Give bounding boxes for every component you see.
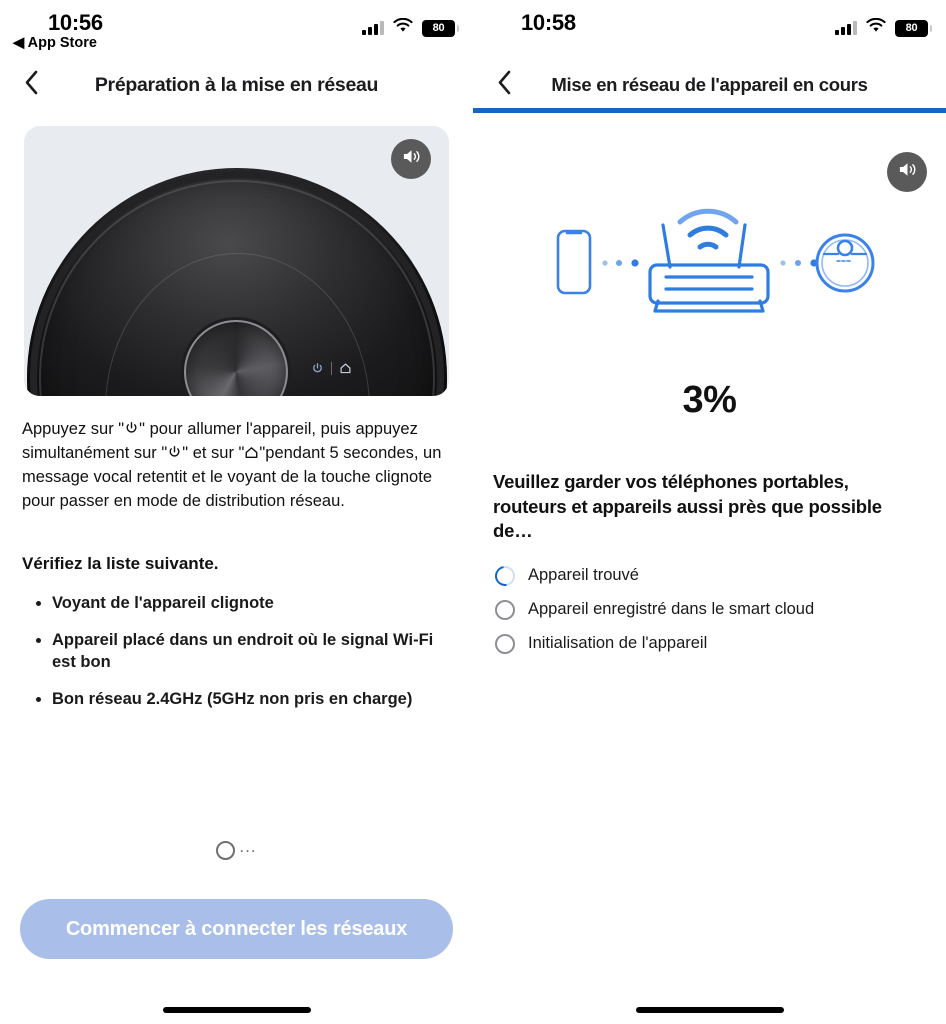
status-bar: 10:58 80 [473, 0, 946, 62]
home-indicator[interactable] [162, 1007, 311, 1013]
step-label: Appareil trouvé [528, 566, 639, 585]
checklist-heading: Vérifiez la liste suivante. [22, 553, 219, 573]
router-icon [647, 223, 770, 313]
chevron-left-icon [24, 70, 39, 100]
left-phone-screen: 10:56 ◀ App Store 80 Préparation à la mi… [0, 0, 473, 1024]
audio-play-button[interactable] [391, 139, 431, 179]
instruction-paragraph: Appuyez sur " " pour allumer l'appareil, … [22, 418, 451, 514]
instruction-part-1: Appuyez sur " [22, 420, 125, 438]
progress-percent-label: 3% [682, 379, 737, 421]
power-icon [309, 360, 326, 377]
wifi-icon [393, 17, 413, 38]
smartphone-icon [556, 229, 591, 295]
start-network-connection-button[interactable]: Commencer à connecter les réseaux [20, 899, 453, 959]
power-icon [124, 420, 139, 435]
list-item: Bon réseau 2.4GHz (5GHz non pris en char… [36, 688, 451, 710]
list-item: Initialisation de l'appareil [495, 633, 926, 654]
dual-screenshot-container: 10:56 ◀ App Store 80 Préparation à la mi… [0, 0, 946, 1024]
status-bar-indicators: 80 [362, 17, 459, 38]
robot-vacuum-photo [26, 168, 447, 396]
progress-bar [473, 108, 946, 113]
connection-steps-list: Appareil trouvé Appareil enregistré dans… [491, 561, 926, 654]
status-bar-time: 10:56 [48, 10, 103, 35]
loading-dots: ... [239, 837, 257, 856]
proximity-tip-text: Veuillez garder vos téléphones portables… [493, 471, 882, 542]
step-label: Appareil enregistré dans le smart cloud [528, 600, 815, 619]
back-to-app-store-link[interactable]: ◀ App Store [13, 35, 97, 51]
page-title: Mise en réseau de l'appareil en cours [551, 74, 868, 95]
wifi-waves-icon [677, 208, 738, 250]
step-spinner-icon [491, 561, 519, 590]
chevron-left-icon [497, 70, 512, 100]
robot-button-group [309, 360, 354, 377]
step-pending-icon [495, 633, 515, 654]
button-divider [330, 362, 332, 375]
connection-dots [779, 259, 818, 267]
robot-vacuum-icon [815, 233, 874, 293]
network-illustration [473, 201, 946, 331]
battery-icon: 80 [422, 19, 459, 37]
back-button[interactable] [491, 70, 517, 100]
home-icon [244, 444, 259, 459]
list-item: Voyant de l'appareil clignote [36, 592, 451, 614]
list-item: Appareil trouvé [491, 561, 926, 590]
right-phone-screen: 10:58 80 Mise en réseau de l'appareil en… [473, 0, 946, 1024]
audio-play-button[interactable] [887, 152, 927, 192]
home-icon [337, 360, 354, 377]
instruction-part-3: " et sur " [182, 443, 245, 462]
status-bar-time: 10:58 [521, 10, 576, 35]
connection-dots [601, 259, 639, 267]
battery-level-label: 80 [905, 22, 918, 34]
checklist: Voyant de l'appareil clignote Appareil p… [36, 592, 451, 711]
speaker-icon [897, 160, 918, 184]
battery-icon: 80 [895, 19, 932, 37]
status-bar: 10:56 ◀ App Store 80 [0, 0, 473, 62]
home-indicator[interactable] [635, 1007, 784, 1013]
loading-spinner-icon [216, 840, 236, 860]
power-icon [167, 444, 182, 459]
battery-level-label: 80 [432, 22, 445, 34]
status-bar-indicators: 80 [835, 17, 932, 38]
list-item: Appareil enregistré dans le smart cloud [495, 599, 926, 620]
page-title: Préparation à la mise en réseau [94, 73, 379, 96]
step-label: Initialisation de l'appareil [528, 634, 708, 653]
wifi-icon [866, 17, 886, 38]
progress-bar-fill [473, 108, 946, 113]
back-button[interactable] [18, 70, 44, 100]
navigation-bar: Préparation à la mise en réseau [0, 62, 473, 108]
cellular-signal-icon [362, 21, 384, 35]
navigation-bar: Mise en réseau de l'appareil en cours [473, 62, 946, 108]
speaker-icon [401, 147, 422, 171]
loading-indicator: ... [0, 838, 473, 862]
step-pending-icon [495, 599, 515, 620]
cellular-signal-icon [835, 21, 857, 35]
device-hero-image [24, 126, 449, 396]
list-item: Appareil placé dans un endroit où le sig… [36, 629, 451, 674]
